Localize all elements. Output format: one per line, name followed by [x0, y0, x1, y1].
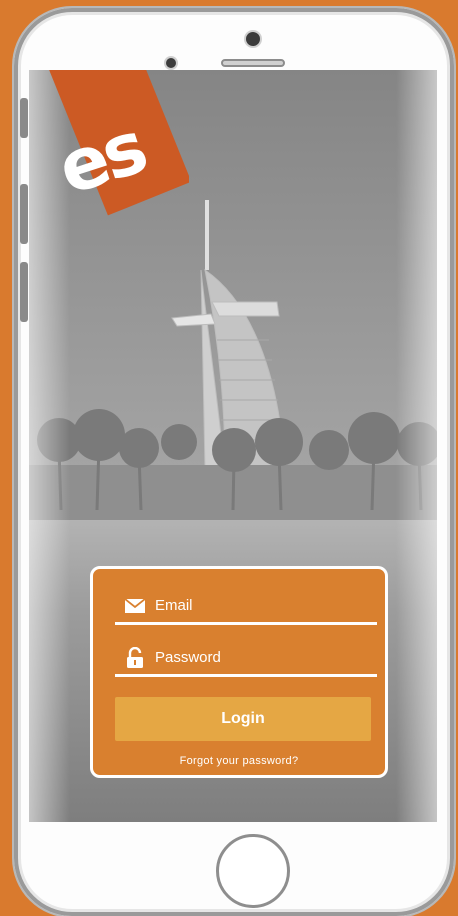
- envelope-icon: [123, 594, 147, 618]
- login-button[interactable]: Login: [115, 697, 371, 741]
- password-field[interactable]: [115, 641, 377, 677]
- earpiece-speaker: [221, 59, 285, 67]
- volume-down-button: [20, 262, 28, 322]
- email-input[interactable]: [155, 597, 365, 614]
- volume-up-button: [20, 184, 28, 244]
- email-field[interactable]: [115, 589, 377, 625]
- forgot-password-link[interactable]: Forgot your password?: [93, 755, 385, 767]
- mute-switch: [20, 98, 28, 138]
- password-input[interactable]: [155, 649, 365, 666]
- unlocked-padlock-icon: [123, 646, 147, 670]
- brand-logo: es: [29, 70, 189, 230]
- sensor-icon: [166, 58, 176, 68]
- home-button[interactable]: [216, 834, 290, 908]
- login-card: Login Forgot your password?: [90, 566, 388, 778]
- front-camera-icon: [246, 32, 260, 46]
